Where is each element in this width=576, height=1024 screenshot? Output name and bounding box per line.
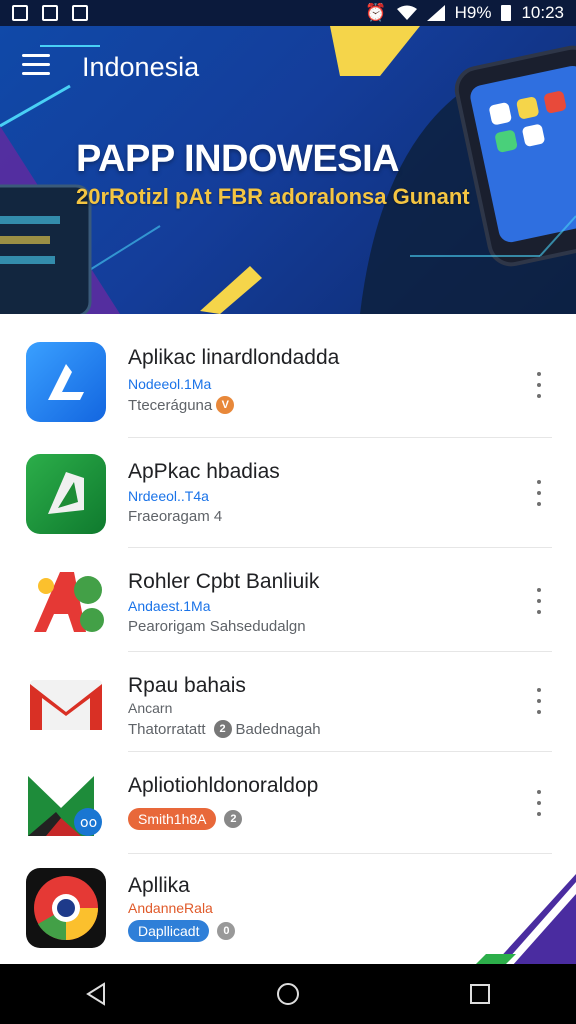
- more-options-icon[interactable]: [530, 688, 548, 714]
- app-meta-text: Fraeoragam 4: [128, 508, 223, 525]
- badge: 2: [213, 720, 232, 738]
- a-logo-icon: [26, 562, 106, 642]
- more-options-icon[interactable]: [530, 790, 548, 816]
- list-item[interactable]: Aplikac linardlondadda Nodeeol.1Ma Ttece…: [0, 314, 576, 438]
- more-options-icon[interactable]: [530, 588, 548, 614]
- image-notification-icon: [12, 5, 28, 21]
- svg-text:oo: oo: [80, 815, 97, 831]
- photo-notification-icon: [42, 5, 58, 21]
- app-meta: Smith1h8A 2: [128, 808, 243, 830]
- category-pill[interactable]: Smith1h8A: [128, 808, 217, 830]
- green-play-icon: [26, 454, 106, 534]
- app-meta-extra: Badednagah: [235, 720, 321, 738]
- app-meta: Thatorratatt 2 Badednagah: [128, 720, 321, 738]
- list-item[interactable]: Rpau bahais Ancarn Thatorratatt 2 Badedn…: [0, 652, 576, 752]
- app-name: Rpau bahais: [128, 674, 246, 697]
- clock: 10:23: [521, 3, 564, 22]
- app-name: Aplikac linardlondadda: [128, 346, 340, 369]
- category-pill[interactable]: Dapllicadt: [128, 920, 210, 942]
- more-options-icon[interactable]: [530, 372, 548, 398]
- hamburger-menu-icon[interactable]: [22, 54, 50, 78]
- recents-button[interactable]: [450, 964, 510, 1024]
- alarm-icon: ⏰: [365, 3, 387, 22]
- chrome-icon: [26, 868, 106, 948]
- recents-square-icon: [470, 984, 490, 1004]
- wifi-icon: [396, 5, 417, 20]
- green-envelope-icon: oo: [26, 766, 106, 846]
- system-status: ⏰ H9% 10:23: [365, 3, 564, 23]
- list-item[interactable]: Rohler Cpbt Banliuik Andaest.1Ma Pearori…: [0, 548, 576, 652]
- status-bar: ⏰ H9% 10:23: [0, 0, 576, 26]
- app-developer: AndanneRala: [128, 900, 213, 916]
- home-button[interactable]: [258, 964, 318, 1024]
- app-list: Aplikac linardlondadda Nodeeol.1Ma Ttece…: [0, 314, 576, 964]
- app-developer: Nrdeeol..T4a: [128, 488, 209, 504]
- badge: 2: [224, 810, 243, 828]
- gmail-icon: [26, 664, 106, 744]
- app-store-icon: [26, 342, 106, 422]
- app-developer: Andaest.1Ma: [128, 598, 211, 614]
- back-button[interactable]: [66, 964, 126, 1024]
- app-name: Rohler Cpbt Banliuik: [128, 570, 320, 593]
- hero-banner: Indonesia PAPP INDOWESIA 20rRotizl pAt F…: [0, 26, 576, 314]
- app-meta-text: Tteceráguna: [128, 396, 213, 414]
- badge: 0: [217, 922, 236, 940]
- battery-icon: [501, 5, 512, 21]
- android-nav-bar: [0, 964, 576, 1024]
- app-meta: Dapllicadt 0: [128, 920, 236, 942]
- battery-percent: H9%: [454, 3, 492, 22]
- decorative-stripes: [476, 874, 576, 964]
- app-meta: Fraeoragam 4: [128, 508, 222, 525]
- home-circle-icon: [277, 983, 299, 1005]
- app-meta: Pearorigam Sahsedudalgn: [128, 618, 306, 635]
- app-meta-text: Thatorratatt: [128, 720, 206, 738]
- list-item[interactable]: Apllika AndanneRala Dapllicadt 0: [0, 854, 576, 964]
- badge: V: [216, 396, 235, 414]
- list-item[interactable]: ApPkac hbadias Nrdeeol..T4a Fraeoragam 4: [0, 438, 576, 548]
- app-developer: Ancarn: [128, 700, 173, 716]
- app-developer: Nodeeol.1Ma: [128, 376, 212, 392]
- banner-subtitle: 20rRotizl pAt FBR adoralonsa Gunant: [76, 184, 470, 209]
- app-name: ApPkac hbadias: [128, 460, 280, 483]
- list-item[interactable]: oo Apliotiohldonoraldop Smith1h8A 2: [0, 752, 576, 854]
- notification-icons: [12, 5, 88, 21]
- back-triangle-icon: [86, 982, 105, 1006]
- gallery-notification-icon: [72, 5, 88, 21]
- page-title: Indonesia: [82, 52, 200, 82]
- app-meta-text: Pearorigam Sahsedudalgn: [128, 618, 306, 635]
- signal-icon: [426, 5, 445, 21]
- more-options-icon[interactable]: [530, 480, 548, 506]
- app-name: Apliotiohldonoraldop: [128, 774, 319, 797]
- app-meta: Tteceráguna V: [128, 396, 235, 414]
- banner-title: PAPP INDOWESIA: [76, 138, 400, 180]
- app-name: Apllika: [128, 874, 190, 897]
